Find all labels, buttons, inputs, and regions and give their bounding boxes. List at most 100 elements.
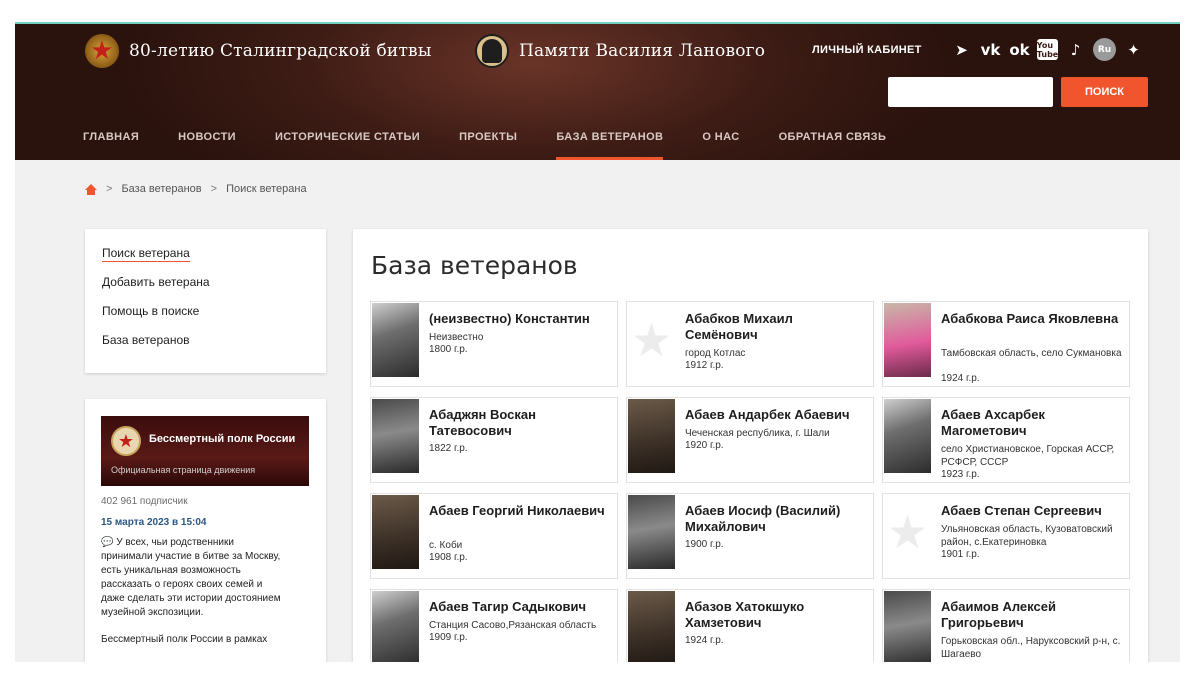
veteran-card[interactable]: Абазов Хатокшуко Хамзетович 1924 г.р.: [626, 589, 874, 662]
vk-post-text-more: Бессмертный полк России в рамках: [101, 634, 268, 645]
veteran-name[interactable]: Абаев Иосиф (Василий) Михайлович: [685, 503, 867, 535]
sidebar-item-3[interactable]: База ветеранов: [102, 333, 309, 362]
veteran-birth-year: 1900 г.р.: [685, 539, 724, 550]
veteran-birth-year: 1908 г.р.: [429, 552, 468, 563]
veteran-birth-year: 1924 г.р.: [685, 635, 724, 646]
veteran-card[interactable]: ★ Абаев Степан Сергеевич Ульяновская облас…: [882, 493, 1130, 579]
veteran-birthplace: с. Коби: [429, 540, 463, 551]
veteran-photo[interactable]: [628, 495, 675, 569]
promo-stalingrad-link[interactable]: ★ 80-летию Сталинградской битвы: [85, 34, 432, 68]
veteran-name[interactable]: (неизвестно) Константин: [429, 311, 611, 327]
site-header: ★ 80-летию Сталинградской битвы Памяти В…: [15, 24, 1180, 160]
veteran-card[interactable]: Абаджян Воскан Татевосович 1822 г.р.: [370, 397, 618, 483]
veteran-card[interactable]: ★ Абабков Михаил Семёнович город Котлас 191…: [626, 301, 874, 387]
veteran-card[interactable]: (неизвестно) Константин Неизвестно 1800 г.…: [370, 301, 618, 387]
veteran-birthplace: село Христиановское, Горская АССР, РСФСР…: [941, 444, 1115, 468]
vk-icon[interactable]: vk: [979, 38, 1002, 61]
veteran-photo[interactable]: [884, 399, 931, 473]
breadcrumb-item-current: Поиск ветерана: [226, 183, 307, 195]
veteran-photo[interactable]: [628, 399, 675, 473]
veteran-name[interactable]: Абаев Андарбек Абаевич: [685, 407, 867, 423]
veteran-card[interactable]: Абаимов Алексей Григорьевич Горьковская о…: [882, 589, 1130, 662]
veteran-birthplace: Тамбовская область, село Сукмановка: [941, 348, 1122, 359]
vk-post-text: 💬 У всех, чьи родственники принимали уча…: [101, 537, 281, 618]
veteran-card[interactable]: Абаев Ахсарбек Магометович село Христиано…: [882, 397, 1130, 483]
veteran-birthplace: Неизвестно: [429, 332, 484, 343]
main-nav: ГЛАВНАЯ НОВОСТИ ИСТОРИЧЕСКИЕ СТАТЬИ ПРОЕКТЫ…: [83, 131, 925, 161]
veteran-name[interactable]: Абаев Георгий Николаевич: [429, 503, 611, 519]
veteran-photo[interactable]: [372, 591, 419, 662]
veteran-photo[interactable]: [372, 303, 419, 377]
veteran-birth-year: 1902 г.р.: [941, 661, 980, 662]
browser-page: ★ 80-летию Сталинградской битвы Памяти В…: [15, 22, 1180, 662]
veteran-birth-year: 1901 г.р.: [941, 549, 980, 560]
veteran-photo[interactable]: [628, 591, 675, 662]
veteran-name[interactable]: Абабкова Раиса Яковлевна: [941, 311, 1123, 327]
odnoklassniki-icon[interactable]: ok: [1008, 38, 1031, 61]
veteran-photo[interactable]: [884, 303, 931, 377]
placeholder-star-icon[interactable]: ★: [884, 495, 931, 569]
dzen-icon[interactable]: ✦: [1122, 38, 1145, 61]
tiktok-icon[interactable]: ♪: [1064, 38, 1087, 61]
veteran-birth-year: 1800 г.р.: [429, 344, 468, 355]
breadcrumb-item-veterans-base[interactable]: База ветеранов: [121, 183, 201, 195]
veteran-birth-year: 1923 г.р.: [941, 469, 980, 480]
home-icon[interactable]: [85, 183, 97, 195]
placeholder-star-icon[interactable]: ★: [628, 303, 675, 377]
veteran-card[interactable]: Абаев Андарбек Абаевич Чеченская республи…: [626, 397, 874, 483]
telegram-icon[interactable]: ➤: [950, 38, 973, 61]
veteran-name[interactable]: Абаджян Воскан Татевосович: [429, 407, 611, 439]
veteran-birth-year: 1822 г.р.: [429, 443, 468, 454]
nav-item-6[interactable]: ОБРАТНАЯ СВЯЗЬ: [779, 131, 887, 161]
veterans-base-panel: База ветеранов (неизвестно) Константин Не…: [353, 229, 1148, 662]
nav-item-1[interactable]: НОВОСТИ: [178, 131, 236, 161]
veteran-card[interactable]: Абаев Георгий Николаевич с. Коби 1908 г.р.: [370, 493, 618, 579]
vk-community-name[interactable]: Бессмертный полк России: [149, 433, 295, 445]
veteran-photo[interactable]: [884, 591, 931, 662]
sidebar-item-label: Добавить ветерана: [102, 275, 210, 289]
sidebar-item-2[interactable]: Помощь в поиске: [102, 304, 309, 333]
breadcrumb: > База ветеранов > Поиск ветерана: [85, 183, 307, 195]
promo-stalingrad-label: 80-летию Сталинградской битвы: [129, 41, 432, 61]
rutube-icon[interactable]: Ru: [1093, 38, 1116, 61]
veteran-birthplace: Чеченская республика, г. Шали: [685, 428, 830, 439]
vk-community-widget: ★ Бессмертный полк России Официальная ст…: [85, 399, 326, 662]
vk-banner[interactable]: ★ Бессмертный полк России Официальная ст…: [101, 416, 309, 486]
nav-item-3[interactable]: ПРОЕКТЫ: [459, 131, 517, 161]
veteran-birth-year: 1920 г.р.: [685, 440, 724, 451]
veteran-name[interactable]: Абабков Михаил Семёнович: [685, 311, 867, 343]
sidebar-item-1[interactable]: Добавить ветерана: [102, 275, 309, 304]
veteran-birth-year: 1924 г.р.: [941, 373, 980, 384]
nav-item-4[interactable]: БАЗА ВЕТЕРАНОВ: [556, 131, 664, 161]
breadcrumb-separator: >: [210, 183, 218, 195]
sidebar-menu: Поиск ветерана Добавить ветерана Помощь в …: [85, 229, 326, 373]
veteran-card[interactable]: Абаев Иосиф (Василий) Михайлович 1900 г.р…: [626, 493, 874, 579]
nav-item-2[interactable]: ИСТОРИЧЕСКИЕ СТАТЬИ: [275, 131, 420, 161]
nav-item-5[interactable]: О НАС: [702, 131, 739, 161]
search-input[interactable]: [888, 77, 1053, 107]
personal-cabinet-link[interactable]: ЛИЧНЫЙ КАБИНЕТ: [812, 44, 922, 56]
nav-item-0[interactable]: ГЛАВНАЯ: [83, 131, 139, 161]
youtube-icon[interactable]: You Tube: [1037, 39, 1058, 60]
promo-lanovoy-link[interactable]: Памяти Василия Ланового: [475, 34, 765, 68]
search-button[interactable]: ПОИСК: [1061, 77, 1148, 107]
veteran-card[interactable]: Абабкова Раиса Яковлевна Тамбовская облас…: [882, 301, 1130, 387]
veteran-name[interactable]: Абаимов Алексей Григорьевич: [941, 599, 1123, 631]
red-star-icon: ★: [85, 34, 119, 68]
sidebar-item-0[interactable]: Поиск ветерана: [102, 246, 309, 275]
veteran-photo[interactable]: [372, 495, 419, 569]
veteran-name[interactable]: Абаев Тагир Садыкович: [429, 599, 611, 615]
vk-post-date[interactable]: 15 марта 2023 в 15:04: [101, 517, 310, 528]
vk-subscriber-count: 402 961 подписчик: [101, 496, 188, 507]
veteran-name[interactable]: Абазов Хатокшуко Хамзетович: [685, 599, 867, 631]
veteran-name[interactable]: Абаев Ахсарбек Магометович: [941, 407, 1123, 439]
veteran-photo[interactable]: [372, 399, 419, 473]
veteran-birth-year: 1912 г.р.: [685, 360, 724, 371]
breadcrumb-separator: >: [106, 183, 113, 195]
sidebar-item-label: Поиск ветерана: [102, 246, 190, 262]
page-title: База ветеранов: [371, 251, 578, 280]
vk-community-subtitle: Официальная страница движения: [111, 465, 256, 475]
veteran-card[interactable]: Абаев Тагир Садыкович Станция Сасово,Ряза…: [370, 589, 618, 662]
veteran-name[interactable]: Абаев Степан Сергеевич: [941, 503, 1123, 519]
promo-lanovoy-label: Памяти Василия Ланового: [519, 41, 766, 61]
